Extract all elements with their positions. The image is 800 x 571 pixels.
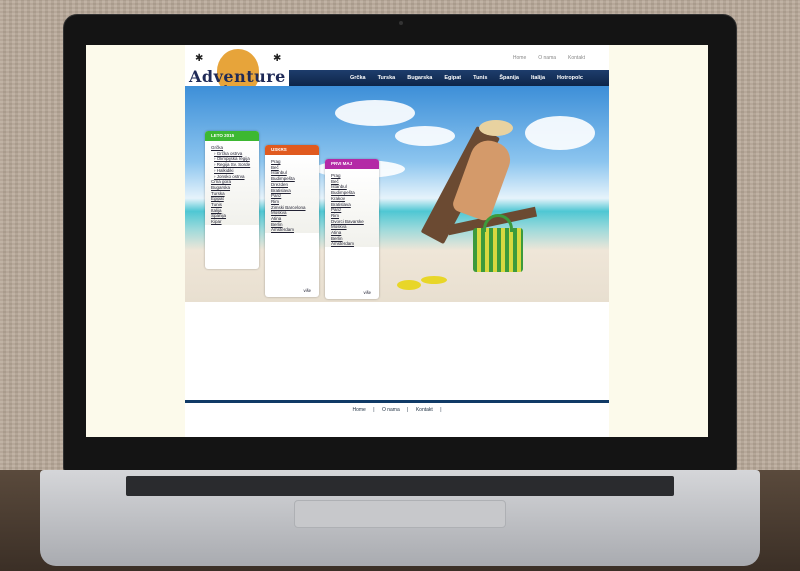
- box-list-item[interactable]: Amsterdam: [271, 227, 315, 233]
- box-list-item[interactable]: › Regija Sv. Sorde: [211, 162, 255, 168]
- nav-item-other[interactable]: Hotropolc: [551, 70, 589, 86]
- camera-icon: [399, 21, 403, 25]
- nav-item-spain[interactable]: Španija: [493, 70, 525, 86]
- top-link-about[interactable]: O nama: [538, 55, 556, 61]
- cloud: [335, 100, 415, 126]
- footer-divider: [185, 400, 609, 403]
- nav-item-tunisia[interactable]: Tunis: [467, 70, 493, 86]
- nav-item-egypt[interactable]: Egipat: [438, 70, 467, 86]
- top-link-contact[interactable]: Kontakt: [568, 55, 585, 61]
- box-header: LETO 2015: [205, 131, 259, 141]
- footer-link-home[interactable]: Home: [353, 407, 366, 413]
- web-page: Home O nama Kontakt ✱ ✱ Adventure tours …: [185, 45, 609, 437]
- footer-link-about[interactable]: O nama: [382, 407, 400, 413]
- box-summer-2015: LETO 2015 Grčka › Grčka ostrva › Olimpijsk…: [205, 131, 259, 269]
- laptop-screen: Home O nama Kontakt ✱ ✱ Adventure tours …: [86, 45, 708, 437]
- beach-bag-photo: [473, 214, 523, 272]
- box-list: Grčka › Grčka ostrva › Olimpijska regija › …: [205, 141, 259, 225]
- box-list-item[interactable]: Kipar: [211, 219, 255, 225]
- footer-separator: |: [440, 407, 442, 413]
- nav-item-turkey[interactable]: Turska: [372, 70, 402, 86]
- trackpad: [294, 500, 506, 528]
- top-link-home[interactable]: Home: [513, 55, 526, 61]
- box-header: USKRS: [265, 145, 319, 155]
- footer-separator: |: [407, 407, 409, 413]
- nav-item-bulgaria[interactable]: Bugarska: [401, 70, 438, 86]
- top-links: Home O nama Kontakt: [513, 55, 585, 61]
- more-link[interactable]: više: [364, 290, 371, 295]
- footer-link-contact[interactable]: Kontakt: [416, 407, 433, 413]
- box-list: Prag Beč Istanbul Budimpešta Krakov Bratislav…: [325, 169, 379, 248]
- flipflop-photo: [397, 280, 421, 290]
- flipflop-photo: [421, 276, 447, 284]
- footer-separator: |: [373, 407, 375, 413]
- more-link[interactable]: više: [304, 288, 311, 293]
- palm-icon: ✱: [273, 53, 282, 64]
- footer-links: Home | O nama | Kontakt |: [185, 407, 609, 413]
- palm-icon: ✱: [195, 53, 204, 64]
- keyboard: [126, 476, 674, 496]
- nav-item-greece[interactable]: Grčka: [344, 70, 372, 86]
- box-list: Prag Beč Istanbul Budimpešta Drezden Bratisla…: [265, 155, 319, 234]
- nav-item-italy[interactable]: Italija: [525, 70, 551, 86]
- box-may-day: PRVI MAJ Prag Beč Istanbul Budimpešta Krakov…: [325, 159, 379, 299]
- main-nav: Grčka Turska Bugarska Egipat Tunis Špani…: [289, 70, 609, 86]
- box-header: PRVI MAJ: [325, 159, 379, 169]
- box-easter: USKRS Prag Beč Istanbul Budimpešta Drezden Br…: [265, 145, 319, 297]
- box-list-item[interactable]: Amsterdam: [331, 241, 375, 247]
- cloud: [395, 126, 455, 146]
